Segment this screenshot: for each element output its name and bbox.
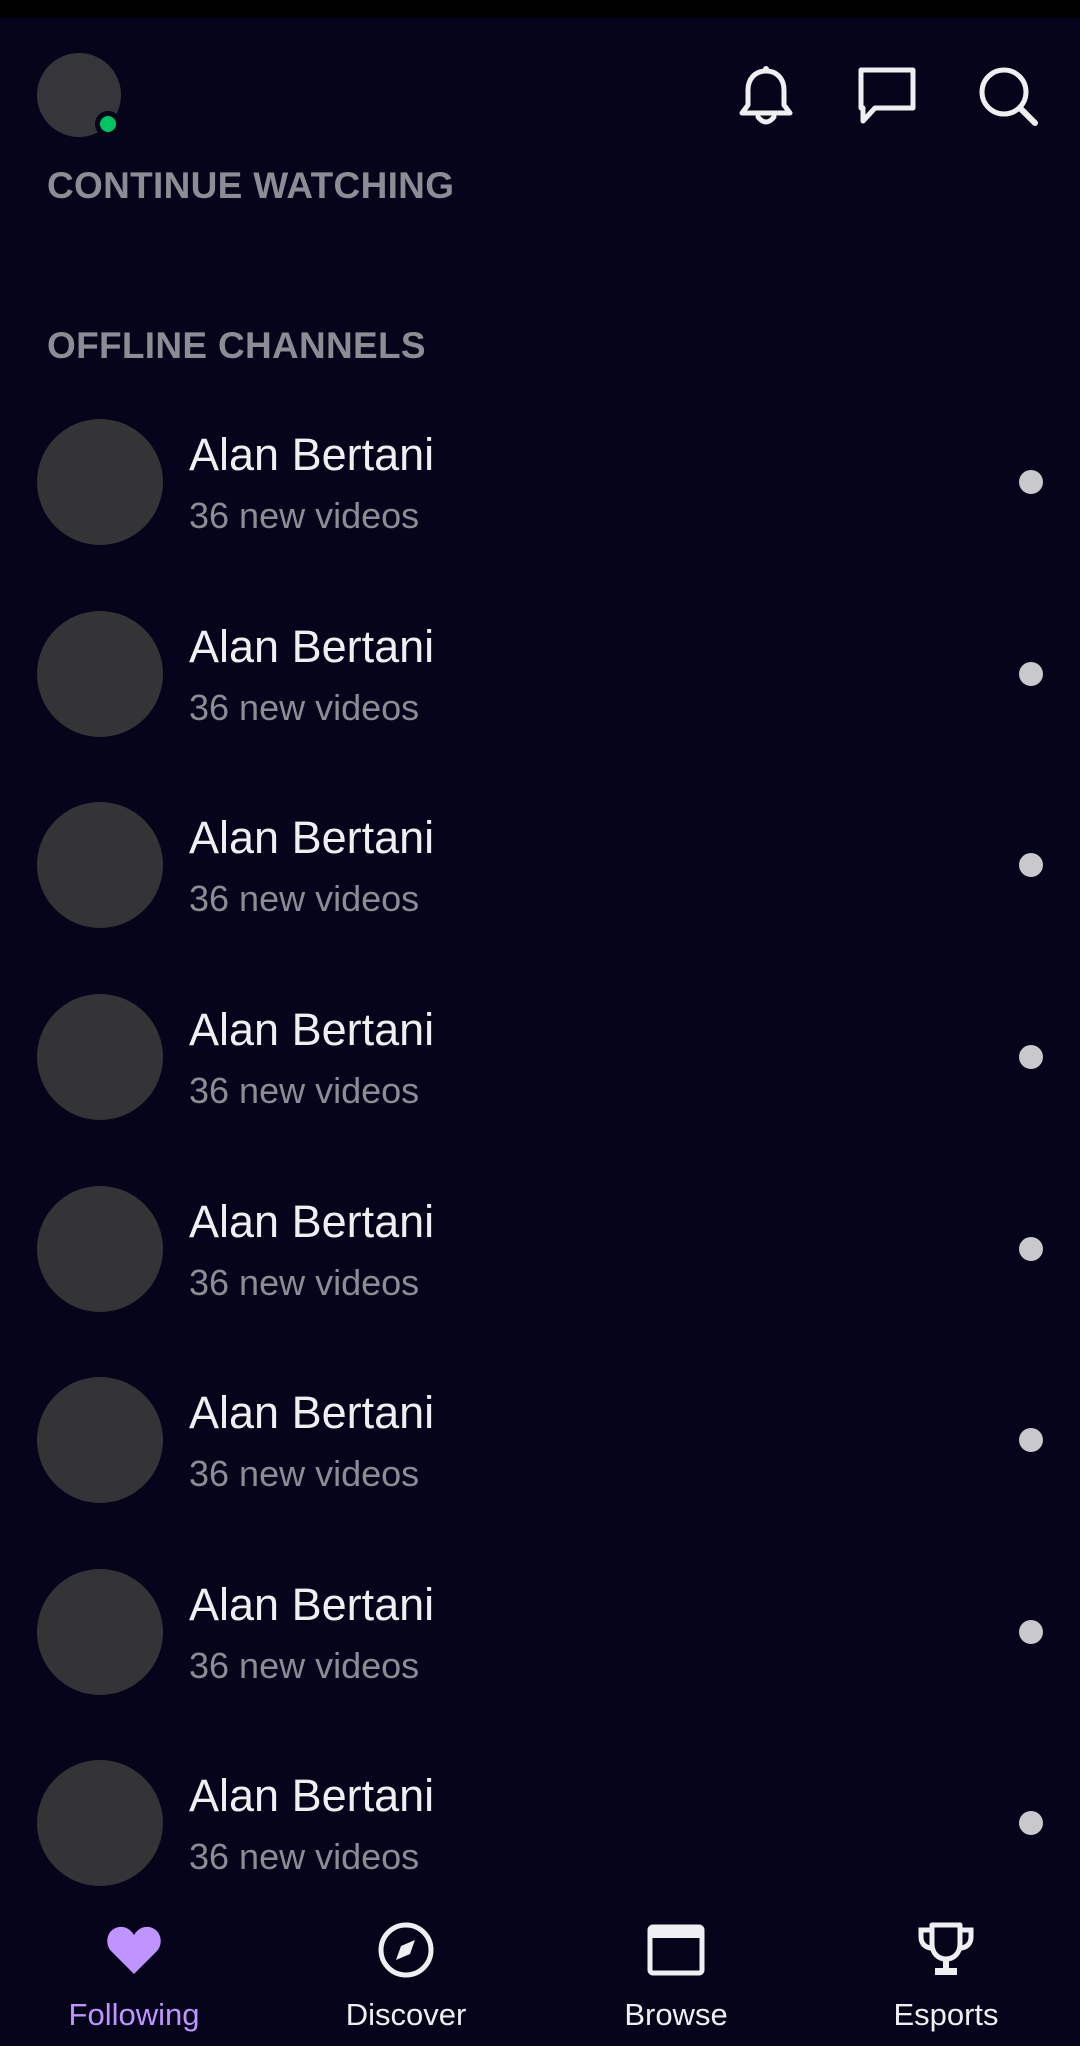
channel-avatar <box>37 1377 163 1503</box>
unread-dot-icon <box>1019 1811 1043 1835</box>
channel-name: Alan Bertani <box>189 1387 435 1438</box>
channel-subtitle: 36 new videos <box>189 1645 420 1686</box>
channel-name: Alan Bertani <box>189 1004 435 1055</box>
online-status-indicator <box>95 111 121 137</box>
browse-window-icon <box>576 1920 776 1980</box>
search-icon[interactable] <box>973 61 1043 131</box>
unread-dot-icon <box>1019 662 1043 686</box>
channel-subtitle: 36 new videos <box>189 878 420 919</box>
nav-following[interactable]: Following <box>34 1896 234 2046</box>
nav-browse-label: Browse <box>624 1997 728 2032</box>
channel-name: Alan Bertani <box>189 621 435 672</box>
unread-dot-icon <box>1019 1045 1043 1069</box>
channel-row[interactable]: Alan Bertani 36 new videos <box>0 1358 1080 1550</box>
channel-avatar <box>37 994 163 1120</box>
channel-subtitle: 36 new videos <box>189 495 420 536</box>
nav-esports[interactable]: Esports <box>846 1896 1046 2046</box>
channel-avatar <box>37 802 163 928</box>
channel-subtitle: 36 new videos <box>189 1453 420 1494</box>
channel-avatar <box>37 419 163 545</box>
channel-row[interactable]: Alan Bertani 36 new videos <box>0 1550 1080 1742</box>
channel-name: Alan Bertani <box>189 812 435 863</box>
bottom-navigation: Following Discover Browse Esports <box>0 1896 1080 2046</box>
channel-avatar <box>37 611 163 737</box>
chat-bubble-icon[interactable] <box>852 61 922 131</box>
section-title-continue-watching: CONTINUE WATCHING <box>47 165 455 206</box>
unread-dot-icon <box>1019 1620 1043 1644</box>
channel-row[interactable]: Alan Bertani 36 new videos <box>0 1167 1080 1359</box>
top-bar <box>0 18 1080 174</box>
channel-row[interactable]: Alan Bertani 36 new videos <box>0 783 1080 975</box>
channel-subtitle: 36 new videos <box>189 1836 420 1877</box>
channel-name: Alan Bertani <box>189 429 435 480</box>
channel-subtitle: 36 new videos <box>189 1262 420 1303</box>
channel-subtitle: 36 new videos <box>189 1070 420 1111</box>
unread-dot-icon <box>1019 1428 1043 1452</box>
nav-discover-label: Discover <box>345 1997 467 2032</box>
bell-icon[interactable] <box>731 61 801 131</box>
channel-avatar <box>37 1760 163 1886</box>
channel-name: Alan Bertani <box>189 1770 435 1821</box>
unread-dot-icon <box>1019 1237 1043 1261</box>
nav-discover[interactable]: Discover <box>306 1896 506 2046</box>
nav-browse[interactable]: Browse <box>576 1896 776 2046</box>
channel-row[interactable]: Alan Bertani 36 new videos <box>0 975 1080 1167</box>
channel-name: Alan Bertani <box>189 1196 435 1247</box>
unread-dot-icon <box>1019 853 1043 877</box>
channel-avatar <box>37 1569 163 1695</box>
compass-icon <box>306 1920 506 1980</box>
user-avatar[interactable] <box>37 53 121 137</box>
status-bar <box>0 0 1080 18</box>
channel-row[interactable]: Alan Bertani 36 new videos <box>0 400 1080 592</box>
channel-row[interactable]: Alan Bertani 36 new videos <box>0 592 1080 784</box>
section-title-offline-channels: OFFLINE CHANNELS <box>47 325 426 366</box>
channel-avatar <box>37 1186 163 1312</box>
channel-subtitle: 36 new videos <box>189 687 420 728</box>
nav-esports-label: Esports <box>893 1997 999 2032</box>
channel-name: Alan Bertani <box>189 1579 435 1630</box>
trophy-icon <box>846 1920 1046 1980</box>
nav-following-label: Following <box>68 1997 200 2032</box>
unread-dot-icon <box>1019 470 1043 494</box>
heart-icon <box>34 1920 234 1980</box>
